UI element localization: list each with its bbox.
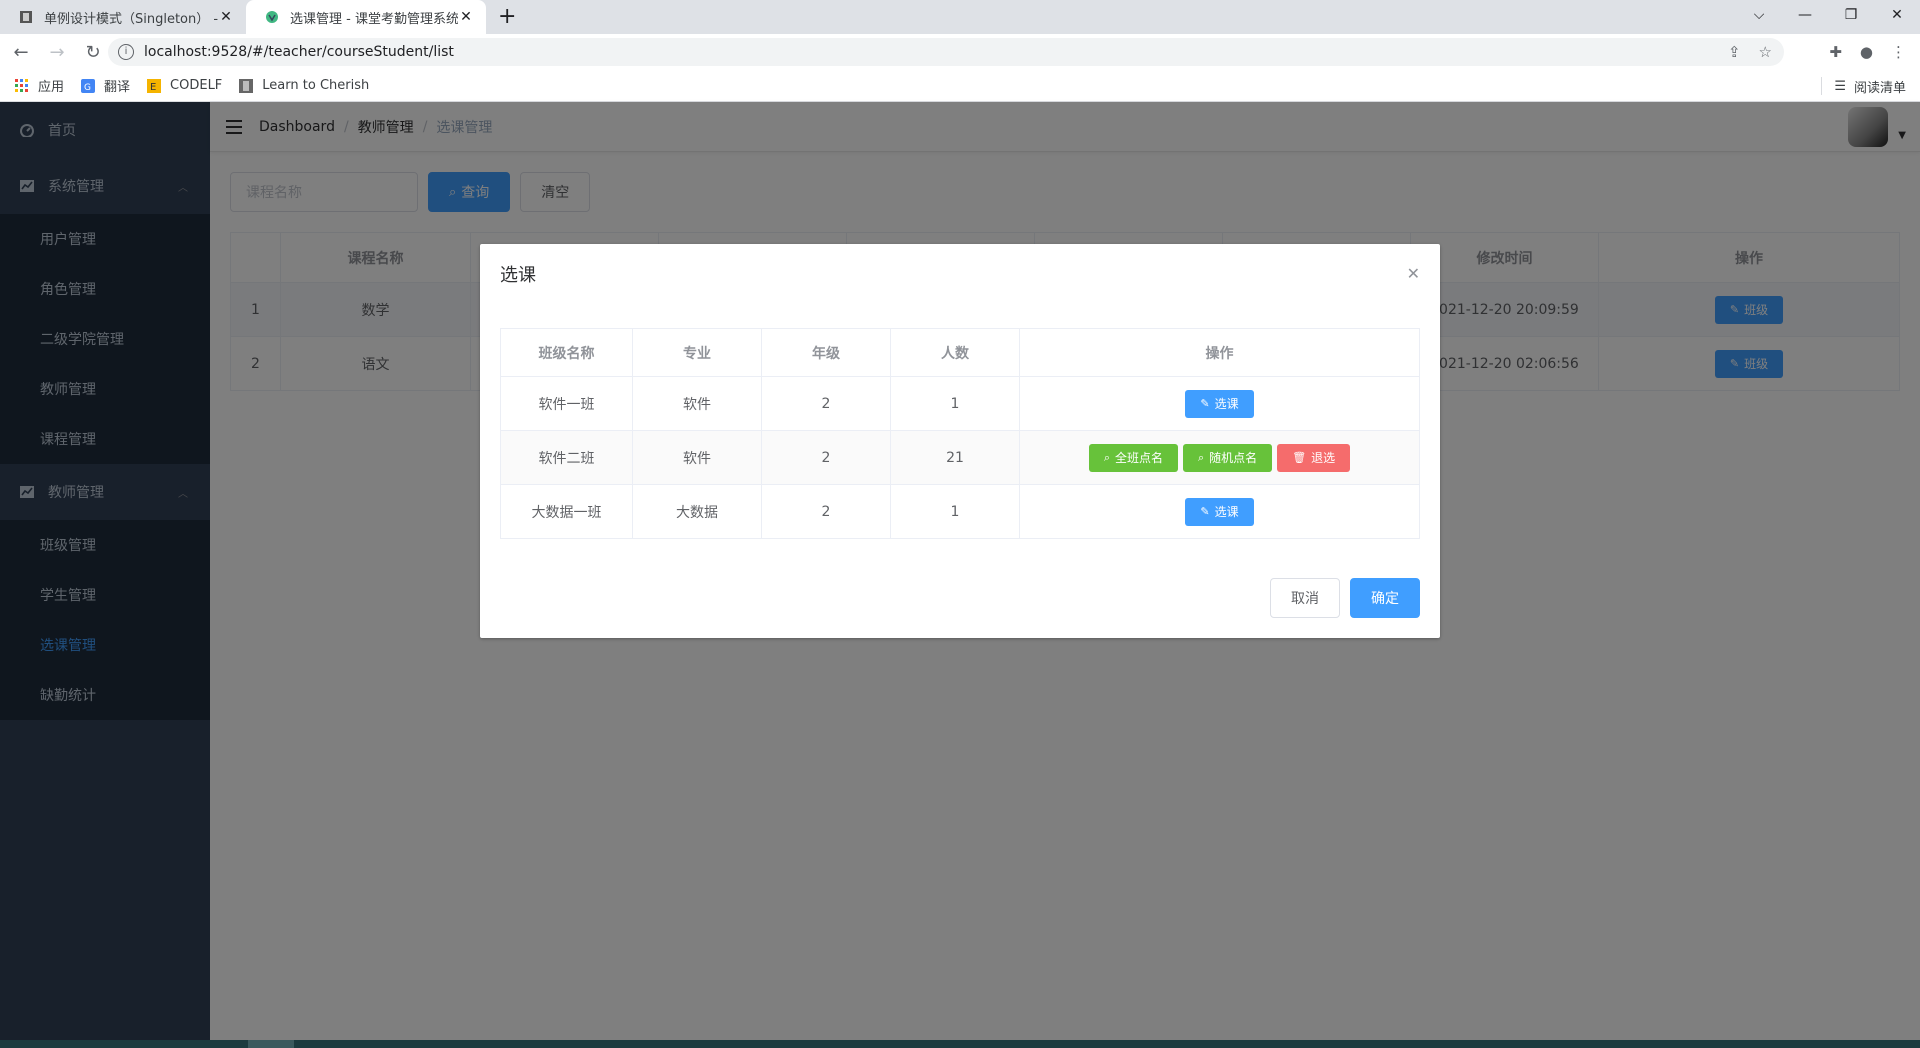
translate-icon: G — [80, 78, 96, 94]
select-course-label: 选课 — [1214, 505, 1239, 519]
bookmark-codelf[interactable]: E CODELF — [146, 78, 222, 94]
random-roll-call-button[interactable]: ⌕ 随机点名 — [1183, 443, 1273, 472]
cell-grade: 2 — [761, 484, 891, 539]
bookmark-label: Learn to Cherish — [262, 78, 370, 93]
browser-tab-course-management[interactable]: 选课管理 - 课堂考勤管理系统 ✕ — [246, 0, 486, 34]
cell-grade: 2 — [761, 430, 891, 485]
dialog-footer: 取消 确定 — [1270, 578, 1420, 618]
cell-actions: ⌕ 全班点名 ⌕ 随机点名 🗑 退选 — [1019, 430, 1420, 485]
profile-icon[interactable]: ● — [1860, 43, 1873, 61]
table-row: 大数据一班 大数据 2 1 ✎ 选课 — [500, 484, 1420, 539]
search-icon: ⌕ — [1198, 450, 1205, 464]
confirm-button[interactable]: 确定 — [1350, 578, 1420, 618]
extensions-icon[interactable]: ✚ — [1829, 43, 1842, 61]
course-selection-dialog: 选课 ✕ 班级名称 专业 年级 人数 操作 软件一班 软件 2 1 ✎ 选课 软… — [480, 244, 1440, 638]
restore-icon[interactable]: ❐ — [1828, 0, 1874, 34]
bookmark-label: CODELF — [170, 78, 223, 93]
codelf-icon: E — [146, 78, 162, 94]
table-row: 软件二班 软件 2 21 ⌕ 全班点名 ⌕ 随机点名 🗑 退选 — [500, 430, 1420, 485]
drop-course-button[interactable]: 🗑 退选 — [1277, 443, 1351, 472]
new-tab-button[interactable]: + — [498, 5, 516, 29]
bookmarks-bar: 应用 G 翻译 E CODELF Learn to Cherish ☰ 阅读清单 — [0, 70, 1920, 102]
browser-tab-bar: 单例设计模式（Singleton） - Le ✕ 选课管理 - 课堂考勤管理系统… — [0, 0, 1920, 34]
search-icon: ⌕ — [1103, 450, 1110, 464]
cell-count: 21 — [890, 430, 1020, 485]
cell-count: 1 — [890, 484, 1020, 539]
bookmark-learn-to-cherish[interactable]: Learn to Cherish — [238, 78, 369, 94]
url-bar[interactable]: i localhost:9528/#/teacher/courseStudent… — [108, 38, 1784, 66]
dialog-title: 选课 — [500, 265, 536, 286]
col-grade: 年级 — [761, 328, 891, 377]
edit-icon: ✎ — [1200, 505, 1210, 518]
apps-grid-icon — [14, 78, 30, 94]
edit-icon: ✎ — [1200, 397, 1210, 410]
address-toolbar: ← → ↻ i localhost:9528/#/teacher/courseS… — [0, 34, 1920, 70]
window-close-icon[interactable]: ✕ — [1874, 0, 1920, 34]
tab-title: 单例设计模式（Singleton） - Le — [44, 11, 218, 27]
cell-class-name: 软件二班 — [500, 430, 633, 485]
taskbar-item[interactable] — [248, 1040, 294, 1048]
page-favicon-icon — [18, 9, 34, 25]
cell-class-name: 大数据一班 — [500, 484, 633, 539]
reading-list-icon: ☰ — [1834, 78, 1846, 94]
bookmark-label: 应用 — [38, 80, 65, 95]
reload-icon[interactable]: ↻ — [78, 42, 108, 63]
select-course-label: 选课 — [1214, 397, 1239, 411]
cell-major: 软件 — [632, 376, 762, 431]
window-controls: ⌵ — ❐ ✕ — [1736, 0, 1920, 34]
close-icon[interactable]: ✕ — [1407, 264, 1420, 283]
cell-grade: 2 — [761, 376, 891, 431]
full-roll-call-button[interactable]: ⌕ 全班点名 — [1088, 443, 1178, 472]
table-row: 软件一班 软件 2 1 ✎ 选课 — [500, 376, 1420, 431]
delete-icon: 🗑 — [1292, 451, 1307, 464]
tab-close-icon[interactable]: ✕ — [458, 9, 474, 25]
bookmark-label: 翻译 — [104, 80, 131, 95]
forward-icon[interactable]: → — [42, 42, 72, 63]
vue-favicon-icon — [264, 9, 280, 25]
url-text[interactable]: localhost:9528/#/teacher/courseStudent/l… — [144, 44, 454, 60]
bookmark-apps[interactable]: 应用 — [14, 76, 64, 95]
class-table: 班级名称 专业 年级 人数 操作 软件一班 软件 2 1 ✎ 选课 软件二班 软… — [500, 328, 1420, 539]
cell-actions: ✎ 选课 — [1019, 376, 1420, 431]
cancel-button[interactable]: 取消 — [1270, 578, 1340, 618]
col-class-name: 班级名称 — [500, 328, 633, 377]
full-roll-call-label: 全班点名 — [1114, 451, 1163, 465]
select-course-button[interactable]: ✎ 选课 — [1185, 497, 1254, 526]
select-course-button[interactable]: ✎ 选课 — [1185, 389, 1254, 418]
action-group: ⌕ 全班点名 ⌕ 随机点名 🗑 退选 — [1088, 443, 1351, 472]
cell-class-name: 软件一班 — [500, 376, 633, 431]
cell-major: 软件 — [632, 430, 762, 485]
col-count: 人数 — [890, 328, 1020, 377]
share-icon[interactable]: ⇪ — [1728, 43, 1741, 61]
reading-list-label: 阅读清单 — [1853, 80, 1906, 96]
col-major: 专业 — [632, 328, 762, 377]
tab-title: 选课管理 - 课堂考勤管理系统 — [290, 11, 458, 27]
site-info-icon[interactable]: i — [118, 44, 134, 60]
svg-text:E: E — [150, 82, 156, 93]
tab-close-icon[interactable]: ✕ — [218, 9, 234, 25]
svg-text:G: G — [84, 83, 91, 93]
back-icon[interactable]: ← — [6, 42, 36, 63]
more-menu-icon[interactable]: ⋮ — [1891, 43, 1906, 61]
dialog-header: 选课 ✕ — [480, 244, 1440, 298]
browser-tab-singleton[interactable]: 单例设计模式（Singleton） - Le ✕ — [0, 0, 246, 34]
drop-course-label: 退选 — [1311, 451, 1336, 465]
bookmark-image-icon — [238, 78, 254, 94]
random-roll-call-label: 随机点名 — [1209, 451, 1258, 465]
bookmark-star-icon[interactable]: ☆ — [1759, 43, 1772, 61]
os-taskbar — [0, 1040, 1920, 1048]
tab-search-icon[interactable]: ⌵ — [1736, 0, 1782, 34]
bookmark-translate[interactable]: G 翻译 — [80, 76, 130, 95]
dialog-body: 班级名称 专业 年级 人数 操作 软件一班 软件 2 1 ✎ 选课 软件二班 软… — [480, 298, 1440, 569]
col-actions: 操作 — [1019, 328, 1420, 377]
cell-count: 1 — [890, 376, 1020, 431]
divider — [1821, 77, 1823, 95]
minimize-icon[interactable]: — — [1782, 0, 1828, 34]
reading-list[interactable]: ☰ 阅读清单 — [1821, 70, 1906, 102]
cell-major: 大数据 — [632, 484, 762, 539]
cell-actions: ✎ 选课 — [1019, 484, 1420, 539]
